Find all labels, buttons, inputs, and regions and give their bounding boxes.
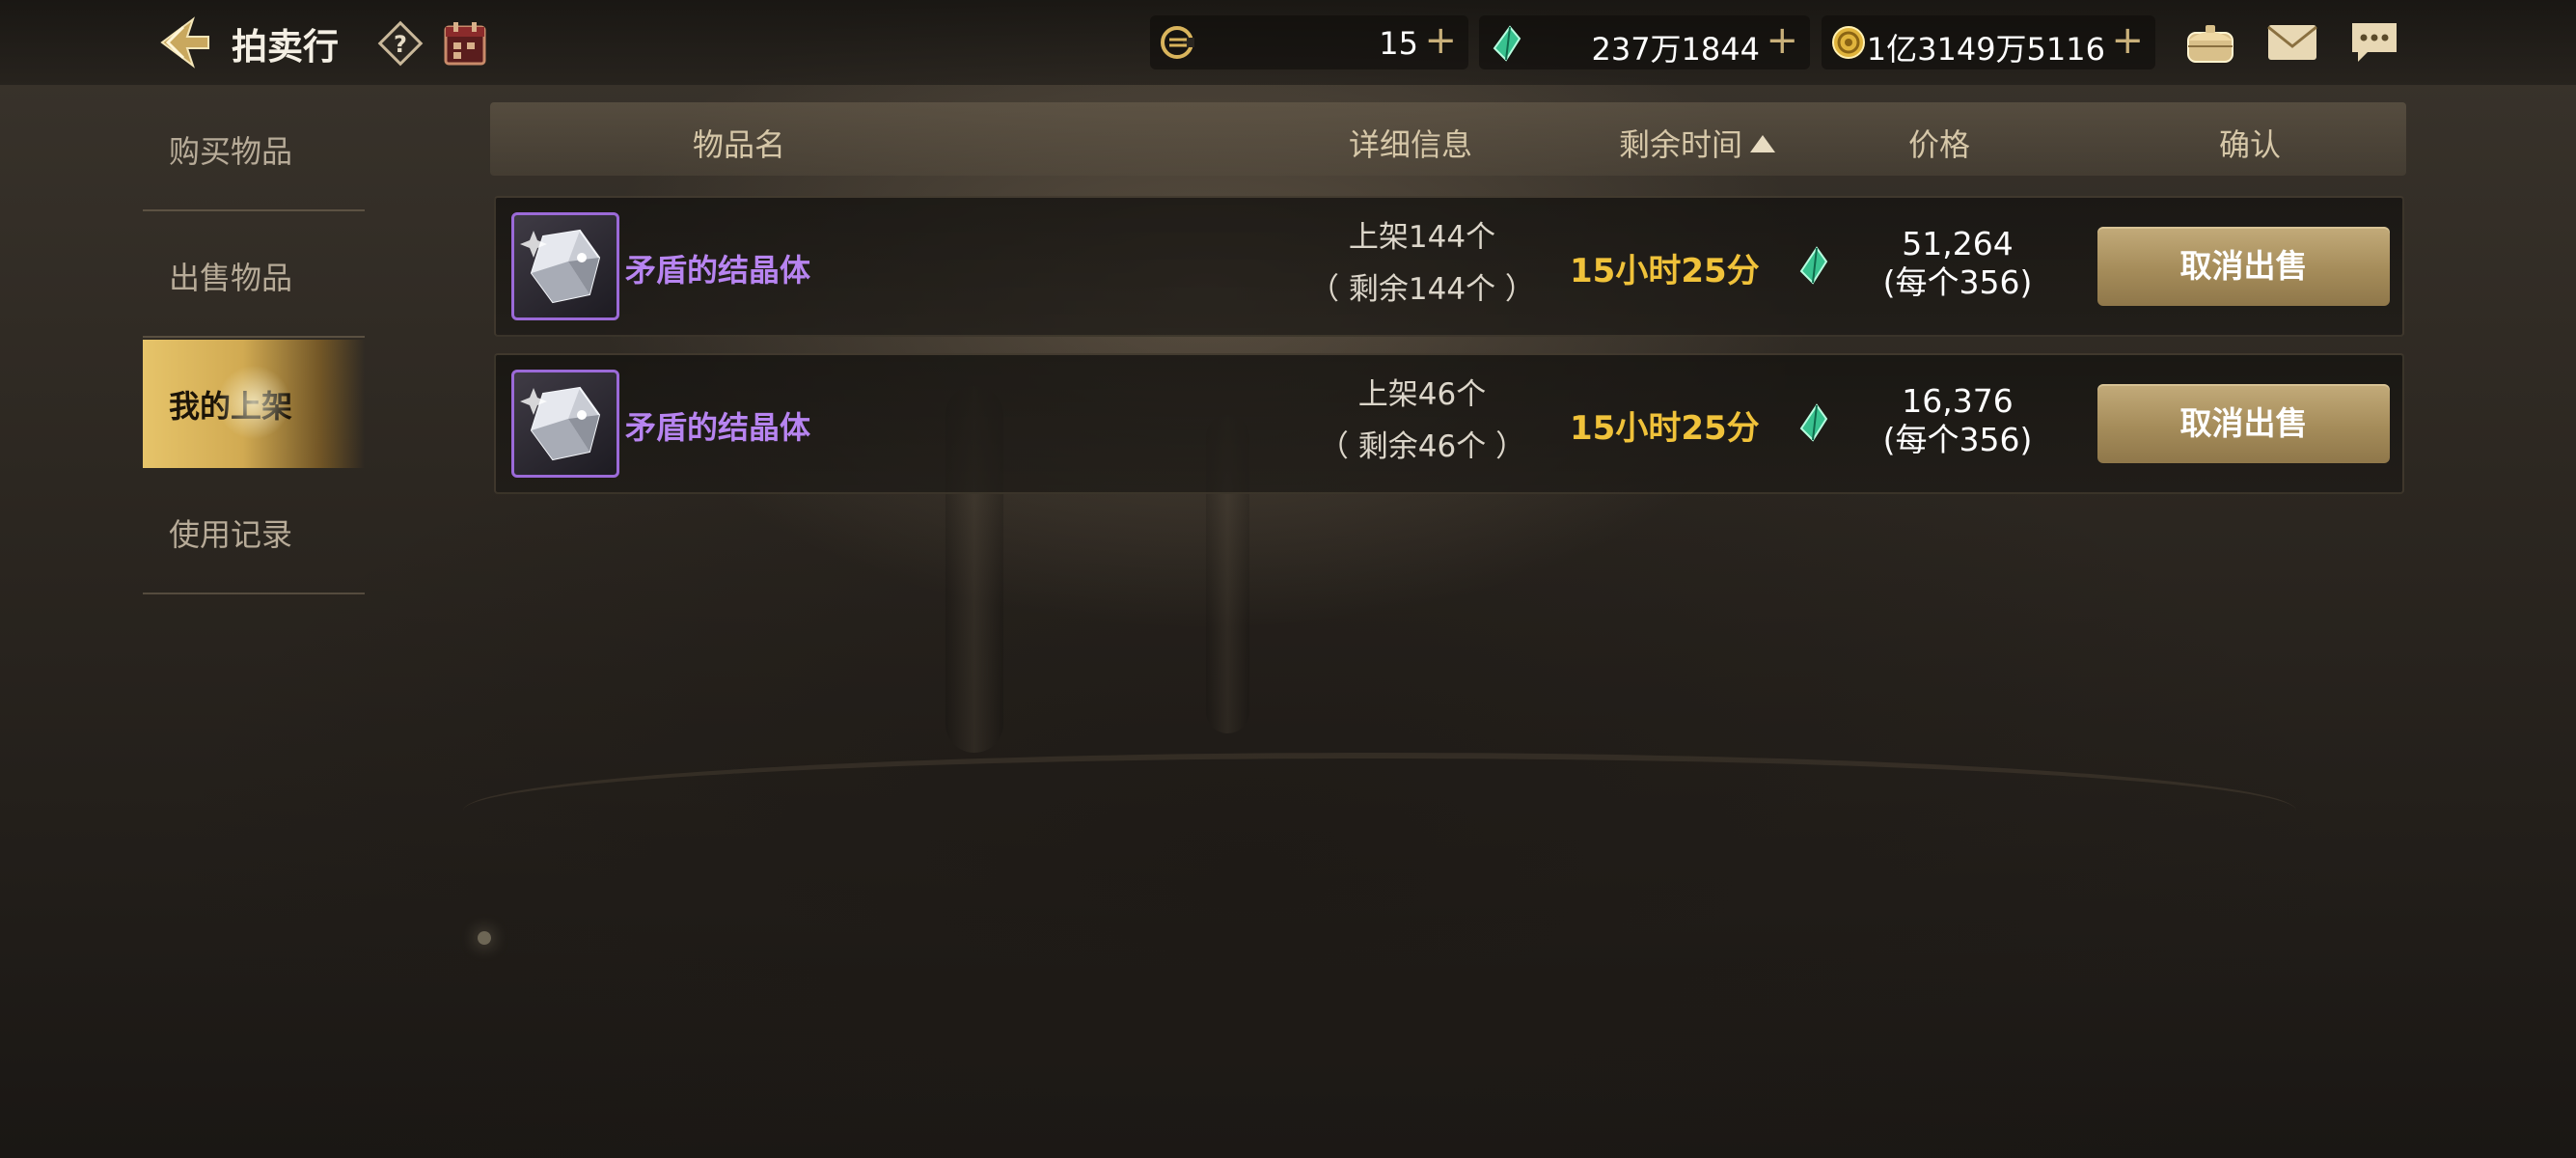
time-left: 15小时25分: [1570, 409, 1760, 448]
price: 51,264 (每个356): [1837, 225, 2078, 302]
calendar-icon: [444, 22, 486, 66]
mail-button[interactable]: [2264, 17, 2320, 68]
sidebar-item-label: 使用记录: [169, 516, 293, 553]
crystal-icon: [520, 386, 601, 461]
help-button[interactable]: ?: [376, 19, 425, 68]
item-name[interactable]: 矛盾的结晶体: [625, 246, 810, 290]
column-header-time[interactable]: 剩余时间: [1619, 121, 1776, 165]
column-header-price: 价格: [1908, 126, 1971, 163]
add-c-coin-button[interactable]: +: [1424, 21, 1457, 60]
price: 16,376 (每个356): [1837, 382, 2078, 459]
column-header-time-label: 剩余时间: [1619, 126, 1743, 163]
sidebar-item-label: 购买物品: [169, 133, 293, 170]
c-coin-value: 15: [1379, 25, 1418, 62]
sidebar-item-sell[interactable]: 出售物品: [143, 211, 365, 338]
table-header: 物品名 详细信息 剩余时间 价格 确认: [490, 102, 2406, 176]
chat-button[interactable]: [2346, 17, 2402, 68]
table-row: 矛盾的结晶体 上架144个 （ 剩余144个 ） 15小时25分 51,264 …: [494, 196, 2404, 337]
remaining-count: （ 剩余46个 ）: [1318, 429, 1526, 464]
column-header-name: 物品名: [693, 126, 786, 163]
add-gold-button[interactable]: +: [2111, 21, 2144, 60]
currency-gold: 1亿3149万5116 +: [1822, 15, 2155, 69]
column-header-confirm: 确认: [2219, 126, 2282, 163]
sidebar-item-label: 我的上架: [169, 388, 293, 425]
gold-value: 1亿3149万5116: [1866, 31, 2105, 68]
svg-text:?: ?: [394, 31, 407, 58]
listing-detail: 上架46个 （ 剩余46个 ）: [1277, 369, 1567, 473]
listed-count: 上架46个: [1357, 377, 1487, 412]
price-each: (每个356): [1882, 421, 2033, 458]
listed-count: 上架144个: [1348, 220, 1496, 255]
gem-value: 237万1844: [1591, 31, 1760, 68]
gold-coin-icon: [1832, 26, 1865, 59]
price-total: 16,376: [1902, 382, 2014, 420]
sidebar-item-label: 出售物品: [169, 260, 293, 296]
remaining-count: （ 剩余144个 ）: [1309, 272, 1535, 307]
green-gem-icon: [1799, 246, 1828, 285]
question-icon: ?: [377, 20, 424, 67]
mail-icon: [2267, 25, 2317, 60]
column-header-detail: 详细信息: [1349, 126, 1473, 163]
sidebar-item-my-listings[interactable]: 我的上架: [143, 340, 365, 468]
green-gem-icon: [1493, 25, 1521, 62]
c-coin-icon: [1161, 26, 1194, 59]
sidebar-item-history[interactable]: 使用记录: [143, 468, 365, 594]
sort-ascending-icon: [1750, 135, 1776, 152]
calendar-button[interactable]: [442, 19, 488, 68]
chat-icon: [2352, 23, 2397, 62]
table-row: 矛盾的结晶体 上架46个 （ 剩余46个 ） 15小时25分 16,376 (每…: [494, 353, 2404, 494]
crystal-item-icon[interactable]: [511, 212, 619, 320]
top-bar: 拍卖行 ? 15 + 237万1844 + 1亿3149万5116 +: [0, 0, 2576, 85]
item-name[interactable]: 矛盾的结晶体: [625, 403, 810, 448]
background-glow: [478, 931, 491, 945]
sidebar-item-buy[interactable]: 购买物品: [143, 85, 365, 211]
add-gem-button[interactable]: +: [1766, 21, 1798, 60]
listing-detail: 上架144个 （ 剩余144个 ）: [1277, 211, 1567, 316]
price-total: 51,264: [1902, 225, 2014, 262]
currency-gem: 237万1844 +: [1479, 15, 1810, 69]
crystal-item-icon[interactable]: [511, 370, 619, 478]
crystal-icon: [520, 229, 601, 304]
currency-c-coin: 15 +: [1150, 15, 1468, 69]
cancel-sale-button[interactable]: 取消出售: [2097, 384, 2390, 463]
shop-button[interactable]: [2182, 17, 2238, 68]
back-button[interactable]: [154, 14, 214, 71]
treasure-chest-icon: [2187, 25, 2233, 63]
page-title: 拍卖行: [232, 26, 339, 68]
price-each: (每个356): [1882, 263, 2033, 301]
background-root: [463, 753, 2296, 868]
sidebar: 购买物品 出售物品 我的上架 使用记录: [143, 85, 365, 594]
back-arrow-icon: [160, 16, 209, 69]
time-left: 15小时25分: [1570, 252, 1760, 290]
cancel-sale-button[interactable]: 取消出售: [2097, 227, 2390, 306]
green-gem-icon: [1799, 403, 1828, 442]
